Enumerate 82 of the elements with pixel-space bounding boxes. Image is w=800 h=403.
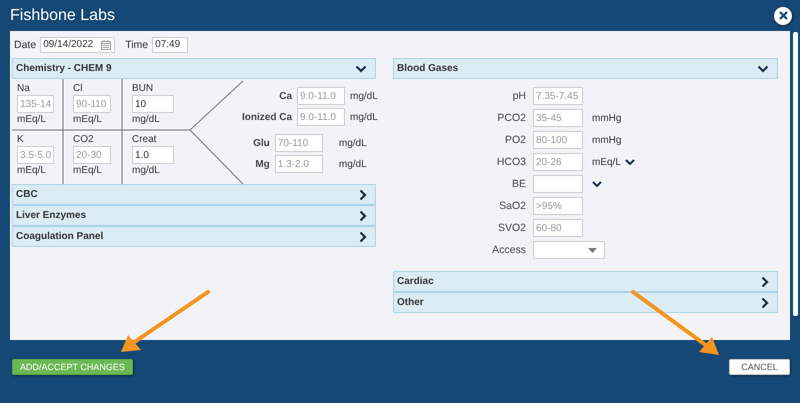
field-label: K: [17, 134, 24, 145]
chevron-down-icon[interactable]: [624, 158, 635, 166]
chevron-down-icon[interactable]: [355, 64, 367, 72]
scrollbar[interactable]: [792, 32, 798, 316]
field-label: CO2: [73, 134, 94, 145]
chevron-right-icon[interactable]: [761, 296, 769, 308]
close-button[interactable]: [774, 6, 792, 24]
unit-label: mEq/L: [17, 165, 46, 176]
section-header[interactable]: Chemistry - CHEM 9: [12, 58, 376, 79]
chevron-down-icon[interactable]: [757, 64, 769, 72]
section-header[interactable]: Other: [393, 292, 778, 313]
field-label: Access: [491, 244, 526, 256]
unit-label: mEq/L: [73, 165, 102, 176]
chevron-right-icon[interactable]: [761, 276, 769, 288]
input-field[interactable]: 20-30: [73, 146, 111, 164]
chevron-right-icon[interactable]: [359, 210, 367, 222]
input-field[interactable]: 10: [132, 95, 174, 113]
unit-label: mmHg: [592, 112, 622, 124]
field-label: Ca: [278, 90, 292, 102]
field-label: HCO3: [496, 156, 526, 168]
calendar-icon[interactable]: [101, 40, 112, 50]
section-header[interactable]: Cardiac: [393, 271, 778, 292]
field-label: Mg: [254, 158, 270, 170]
unit-label: mg/dL: [338, 138, 368, 148]
input-field[interactable]: 1.3-2.0: [274, 155, 323, 173]
input-field[interactable]: 70-110: [274, 134, 323, 152]
field-label: Cl: [73, 83, 82, 94]
unit-label: mg/dL: [350, 90, 378, 102]
input-field[interactable]: 135-14: [17, 95, 54, 113]
unit-label: mEq/L: [17, 114, 46, 125]
section-title: Liver Enzymes: [16, 210, 86, 221]
field-label: PCO2: [496, 112, 526, 124]
input-field[interactable]: 9.0-11.0: [297, 108, 346, 126]
input-field[interactable]: 9.0-11.0: [297, 87, 346, 105]
chevron-right-icon[interactable]: [359, 188, 367, 200]
field-label: Glu: [252, 138, 270, 148]
section-header[interactable]: Blood Gases: [393, 58, 778, 79]
input-field[interactable]: 60-80: [533, 219, 583, 237]
field-label: BUN: [132, 83, 154, 94]
close-icon: [778, 11, 788, 20]
input-field[interactable]: 07:49: [152, 36, 188, 52]
input-field[interactable]: 1.0: [132, 146, 174, 164]
input-field[interactable]: 80-100: [533, 131, 583, 149]
input-field[interactable]: [533, 175, 583, 193]
field-label: Time: [125, 38, 148, 50]
field-label: Na: [17, 83, 30, 94]
section-header[interactable]: Liver Enzymes: [12, 205, 376, 226]
field-label: BE: [510, 178, 526, 190]
section-header[interactable]: Coagulation Panel: [12, 226, 376, 247]
unit-label: mg/dL: [350, 112, 378, 122]
section-title: CBC: [16, 189, 38, 200]
field-label: pH: [512, 90, 526, 102]
chevron-right-icon[interactable]: [359, 230, 367, 242]
dropdown-arrow-icon: [588, 248, 597, 252]
chevron-down-icon[interactable]: [592, 180, 602, 188]
unit-label: mg/dL: [132, 114, 160, 125]
section-title: Other: [397, 297, 424, 308]
input-field[interactable]: 3.5-5.0: [17, 146, 54, 164]
input-field[interactable]: 20-26: [533, 153, 583, 171]
date-field[interactable]: 09/14/2022: [40, 36, 116, 52]
cancel-button[interactable]: CANCEL: [729, 359, 790, 375]
field-label: Creat: [132, 134, 156, 145]
field-label: SVO2: [496, 222, 526, 234]
input-field[interactable]: 7.35-7.45: [533, 87, 583, 105]
input-field[interactable]: 90-110: [73, 95, 111, 113]
section-title: Blood Gases: [397, 63, 458, 74]
section-title: Chemistry - CHEM 9: [16, 63, 112, 74]
input-field[interactable]: 35-45: [533, 109, 583, 127]
unit-label: mEq/L: [592, 156, 621, 168]
field-label: Date: [14, 38, 36, 50]
field-label: Ionized Ca: [242, 112, 292, 122]
unit-label: mg/dL: [132, 165, 160, 176]
window-title: Fishbone Labs: [10, 6, 115, 24]
unit-label: mEq/L: [73, 114, 102, 125]
section-title: Coagulation Panel: [16, 231, 104, 242]
unit-label: mg/dL: [338, 158, 368, 170]
unit-label: mmHg: [592, 134, 622, 146]
field-label: SaO2: [498, 200, 526, 212]
section-header[interactable]: CBC: [12, 184, 376, 205]
section-title: Cardiac: [397, 276, 434, 287]
input-field[interactable]: >95%: [533, 197, 583, 215]
field-label: PO2: [504, 134, 526, 146]
